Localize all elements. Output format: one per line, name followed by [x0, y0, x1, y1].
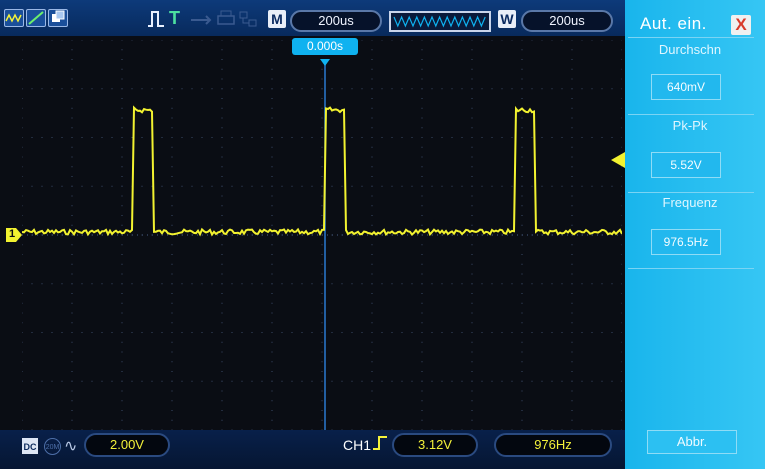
trigger-time-marker: [320, 54, 330, 72]
trigger-position-readout[interactable]: 0.000s: [292, 38, 358, 55]
waveform-graticule: [22, 40, 622, 430]
trigger-source-label[interactable]: CH1: [343, 437, 371, 453]
measurement-value-pkpk[interactable]: 5.52V: [651, 152, 721, 178]
measurement-value-mean[interactable]: 640mV: [651, 74, 721, 100]
panel-divider: [628, 268, 754, 269]
close-icon[interactable]: X: [731, 15, 751, 35]
waveform-display-icon[interactable]: [4, 9, 24, 27]
trigger-level-marker[interactable]: [611, 152, 625, 168]
window-mode-label[interactable]: W: [498, 10, 516, 28]
cancel-button[interactable]: Abbr.: [647, 430, 737, 454]
measurement-label-pkpk: Pk-Pk: [672, 118, 708, 133]
network-icon: [238, 10, 258, 33]
memory-window-indicator[interactable]: [389, 11, 491, 32]
panel-divider: [628, 37, 754, 38]
printer-icon: [216, 10, 236, 33]
horizontal-mode-label[interactable]: M: [268, 10, 286, 28]
bandwidth-limit-icon[interactable]: 20M: [44, 438, 61, 455]
panel-title: Aut. ein.: [640, 14, 707, 33]
measurement-label-mean: Durchschn: [658, 42, 722, 57]
rising-edge-icon: [372, 434, 388, 457]
usb-icon: [190, 13, 214, 31]
measurement-value-frequency[interactable]: 976.5Hz: [651, 229, 721, 255]
trigger-edge-icon: [146, 9, 166, 34]
copy-screen-icon[interactable]: [48, 9, 68, 27]
channel-1-marker-label: 1: [9, 228, 16, 240]
panel-divider: [628, 114, 754, 115]
vertical-scale-readout[interactable]: 2.00V: [84, 433, 170, 457]
probe-wave-icon: ∿: [64, 438, 78, 455]
oscilloscope-screen: T M 200us W 200us 0.000s 1 Aut. ein. X D…: [0, 0, 765, 469]
panel-divider: [628, 192, 754, 193]
cursor-icon[interactable]: [26, 9, 46, 27]
frequency-counter-readout[interactable]: 976Hz: [494, 433, 612, 457]
trigger-level-readout[interactable]: 3.12V: [392, 433, 478, 457]
channel-1-ground-marker[interactable]: 1: [6, 228, 22, 242]
coupling-dc-icon[interactable]: DC: [22, 438, 38, 454]
measurement-label-frequency: Frequenz: [662, 195, 718, 210]
window-timebase-readout[interactable]: 200us: [521, 10, 613, 32]
trigger-mode-label: T: [169, 8, 180, 28]
timebase-readout[interactable]: 200us: [290, 10, 382, 32]
